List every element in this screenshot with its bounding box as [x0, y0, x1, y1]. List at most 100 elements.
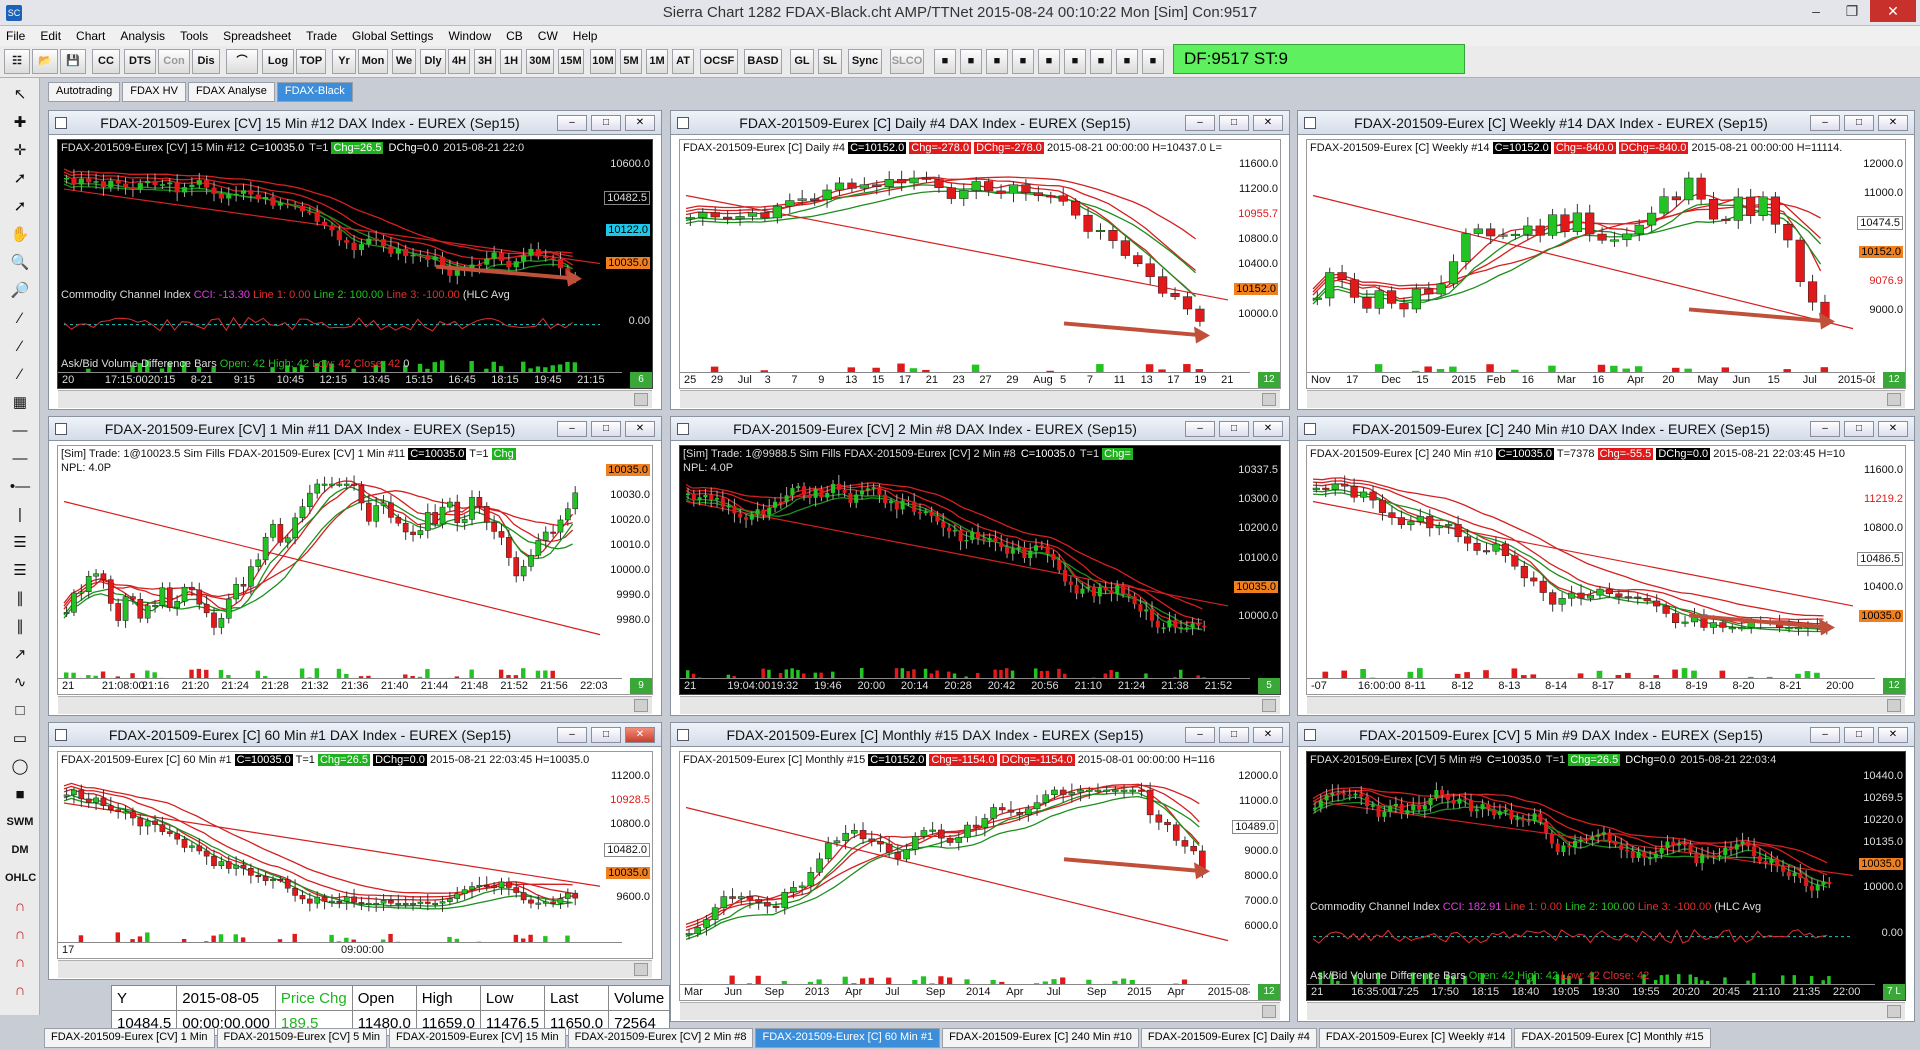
- sl-button[interactable]: SL: [818, 49, 842, 74]
- year-button[interactable]: Yr: [332, 49, 356, 74]
- chart-window[interactable]: FDAX-201509-Eurex [C] Daily #4 DAX Index…: [670, 110, 1290, 410]
- ohlc-tool[interactable]: OHLC: [5, 866, 36, 891]
- chart-scale-button[interactable]: 7 L: [1883, 984, 1905, 1000]
- bookmark-icon[interactable]: ■: [1038, 49, 1060, 74]
- menu-tools[interactable]: Tools: [180, 29, 208, 43]
- maximize-button[interactable]: □: [591, 421, 621, 437]
- chart-window-titlebar[interactable]: FDAX-201509-Eurex [C] 60 Min #1 DAX Inde…: [49, 723, 661, 747]
- chart-scale-button[interactable]: 5: [1258, 678, 1280, 694]
- month-button[interactable]: Mon: [358, 49, 388, 74]
- marker-line-icon[interactable]: •—: [5, 474, 35, 499]
- close-button[interactable]: ✕: [1878, 115, 1908, 131]
- minimize-button[interactable]: –: [1798, 0, 1834, 22]
- bookmark-icon[interactable]: ■: [934, 49, 956, 74]
- slco-button[interactable]: SLCO: [890, 49, 924, 74]
- chart-plot-area[interactable]: FDAX-201509-Eurex [CV] 15 Min #12 C=1003…: [57, 139, 653, 408]
- channel-icon[interactable]: ∕: [5, 306, 35, 331]
- close-button[interactable]: ✕: [1253, 115, 1283, 131]
- fib-extension-icon[interactable]: ☰: [5, 558, 35, 583]
- scrollbar-thumb[interactable]: [634, 393, 648, 406]
- chart-scrollbar[interactable]: [58, 390, 652, 408]
- scrollbar-thumb[interactable]: [1262, 1005, 1276, 1018]
- close-button[interactable]: ✕: [625, 421, 655, 437]
- horizontal-line-icon[interactable]: —: [5, 418, 35, 443]
- scrollbar-thumb[interactable]: [1887, 699, 1901, 712]
- swm-tool[interactable]: SWM: [5, 810, 35, 835]
- magnet-icon[interactable]: ∩: [5, 950, 35, 975]
- fibonacci-icon[interactable]: ☰: [5, 530, 35, 555]
- ellipse-icon[interactable]: ◯: [5, 754, 35, 779]
- dm-tool[interactable]: DM: [5, 838, 35, 863]
- 1h-button[interactable]: 1H: [500, 49, 522, 74]
- chart-window[interactable]: FDAX-201509-Eurex [CV] 15 Min #12 DAX In…: [48, 110, 662, 410]
- hand-icon[interactable]: ✋: [5, 222, 35, 247]
- maximize-button[interactable]: □: [1219, 727, 1249, 743]
- 3h-button[interactable]: 3H: [474, 49, 496, 74]
- maximize-button[interactable]: □: [591, 115, 621, 131]
- scrollbar-thumb[interactable]: [634, 963, 648, 976]
- chart-window-titlebar[interactable]: FDAX-201509-Eurex [C] Weekly #14 DAX Ind…: [1298, 111, 1914, 135]
- window-tab[interactable]: FDAX-201509-Eurex [CV] 15 Min: [389, 1028, 566, 1048]
- maximize-button[interactable]: □: [1219, 115, 1249, 131]
- vertical-line-icon[interactable]: |: [5, 502, 35, 527]
- ocsf-button[interactable]: OCSF: [700, 49, 738, 74]
- cursor-icon[interactable]: ✛: [5, 138, 35, 163]
- line-icon[interactable]: ➚: [5, 166, 35, 191]
- chart-window-titlebar[interactable]: FDAX-201509-Eurex [C] Daily #4 DAX Index…: [671, 111, 1289, 135]
- menu-cw[interactable]: CW: [538, 29, 558, 43]
- scrollbar-thumb[interactable]: [634, 699, 648, 712]
- parallel-lines-icon[interactable]: ∥: [5, 586, 35, 611]
- chart-plot-area[interactable]: FDAX-201509-Eurex [C] Monthly #15 C=1015…: [679, 751, 1281, 1020]
- 30m-button[interactable]: 30M: [526, 49, 554, 74]
- extended-line-icon[interactable]: ∕: [5, 362, 35, 387]
- bookmark-icon[interactable]: ■: [1090, 49, 1112, 74]
- chart-scale-button[interactable]: 6: [630, 372, 652, 388]
- menu-trade[interactable]: Trade: [306, 29, 337, 43]
- 10m-button[interactable]: 10M: [590, 49, 616, 74]
- close-button[interactable]: ✕: [1878, 421, 1908, 437]
- bookmark-icon[interactable]: ■: [1064, 49, 1086, 74]
- scrollbar-thumb[interactable]: [1887, 1005, 1901, 1018]
- window-tab[interactable]: FDAX-201509-Eurex [C] Weekly #14: [1318, 1028, 1513, 1048]
- chart-scale-button[interactable]: 12: [1258, 372, 1280, 388]
- dts-button[interactable]: DTS: [124, 49, 156, 74]
- minimize-button[interactable]: –: [1185, 727, 1215, 743]
- chart-scrollbar[interactable]: [680, 696, 1280, 714]
- chart-scrollbar[interactable]: [680, 1002, 1280, 1020]
- minimize-button[interactable]: –: [1810, 727, 1840, 743]
- menu-global-settings[interactable]: Global Settings: [352, 29, 433, 43]
- menu-help[interactable]: Help: [573, 29, 598, 43]
- maximize-button[interactable]: □: [1844, 115, 1874, 131]
- chart-scale-button[interactable]: 9: [630, 678, 652, 694]
- minimize-button[interactable]: –: [1810, 115, 1840, 131]
- bookmark-icon[interactable]: ■: [1142, 49, 1164, 74]
- at-button[interactable]: AT: [672, 49, 694, 74]
- connect-button[interactable]: Con: [158, 49, 190, 74]
- chart-scale-button[interactable]: 12: [1883, 372, 1905, 388]
- window-tab[interactable]: FDAX-201509-Eurex [C] Daily #4: [1140, 1028, 1317, 1048]
- top-button[interactable]: TOP: [296, 49, 326, 74]
- chart-plot-area[interactable]: [Sim] Trade: 1@10023.5 Sim Fills FDAX-20…: [57, 445, 653, 714]
- daily-button[interactable]: Dly: [420, 49, 446, 74]
- close-button[interactable]: ✕: [1870, 0, 1916, 22]
- magnet-icon[interactable]: ∩: [5, 922, 35, 947]
- tab-fdax-black[interactable]: FDAX-Black: [276, 82, 353, 102]
- cc-button[interactable]: CC: [92, 49, 120, 74]
- open-folder-icon[interactable]: 📂: [32, 49, 58, 74]
- gl-button[interactable]: GL: [790, 49, 814, 74]
- basd-button[interactable]: BASD: [744, 49, 782, 74]
- zoom-out-icon[interactable]: 🔎: [5, 278, 35, 303]
- chart-plot-area[interactable]: FDAX-201509-Eurex [CV] 5 Min #9 C=10035.…: [1306, 751, 1906, 1020]
- bookmark-icon[interactable]: ■: [1012, 49, 1034, 74]
- 1m-button[interactable]: 1M: [646, 49, 668, 74]
- scrollbar-thumb[interactable]: [1262, 699, 1276, 712]
- rainbow-icon[interactable]: ⌒: [226, 49, 258, 74]
- chart-plot-area[interactable]: FDAX-201509-Eurex [C] Daily #4 C=10152.0…: [679, 139, 1281, 408]
- window-tab[interactable]: FDAX-201509-Eurex [C] 240 Min #10: [942, 1028, 1139, 1048]
- chart-plot-area[interactable]: FDAX-201509-Eurex [C] 240 Min #10 C=1003…: [1306, 445, 1906, 714]
- chart-window[interactable]: FDAX-201509-Eurex [C] Weekly #14 DAX Ind…: [1297, 110, 1915, 410]
- maximize-button[interactable]: □: [591, 727, 621, 743]
- magnet-icon[interactable]: ∩: [5, 978, 35, 1003]
- chart-window[interactable]: FDAX-201509-Eurex [C] 60 Min #1 DAX Inde…: [48, 722, 662, 980]
- bookmark-icon[interactable]: ■: [960, 49, 982, 74]
